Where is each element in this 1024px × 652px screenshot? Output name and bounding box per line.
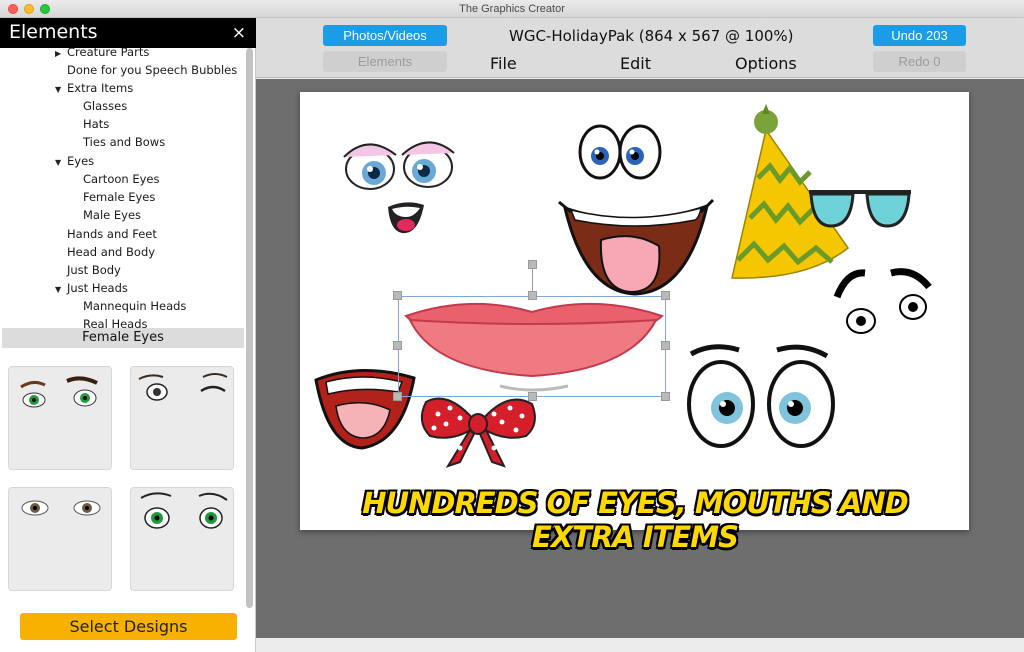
design-thumbnail[interactable] (130, 366, 234, 470)
category-tree: ▶ Creature Parts Done for you Speech Bubb… (0, 48, 244, 344)
tree-item-label: Cartoon Eyes (83, 172, 160, 186)
tree-item-label: Just Heads (67, 281, 128, 295)
tree-item-cartoon-eyes[interactable]: Cartoon Eyes (83, 172, 159, 186)
banner-text[interactable]: HUNDREDS OF EYES, MOUTHS AND EXTRA ITEMS (330, 486, 940, 554)
tree-item-creature-parts[interactable]: ▶ Creature Parts (55, 48, 149, 59)
tree-item-label: Hands and Feet (67, 227, 157, 241)
sidebar-title: Elements (9, 21, 98, 43)
rotate-handle[interactable] (528, 260, 537, 269)
tree-item-just-heads[interactable]: ▼ Just Heads (55, 281, 128, 295)
menu-edit[interactable]: Edit (620, 54, 651, 73)
tree-item-label: Eyes (67, 154, 95, 168)
window-close-icon[interactable] (8, 4, 18, 14)
menu-options[interactable]: Options (735, 54, 797, 73)
tree-item-label: Mannequin Heads (83, 299, 187, 313)
triangle-down-icon[interactable]: ▼ (55, 158, 67, 167)
tree-item-head-and-body[interactable]: Head and Body (67, 245, 155, 259)
photos-videos-button[interactable]: Photos/Videos (323, 25, 447, 46)
tree-item-label: Female Eyes (83, 190, 156, 204)
tree-item-just-body[interactable]: Just Body (67, 263, 121, 277)
tree-item-label: Done for you Speech Bubbles (67, 63, 238, 77)
tree-item-label: Head and Body (67, 245, 156, 259)
toolbar: Photos/Videos Elements WGC-HolidayPak (8… (256, 18, 1024, 78)
design-thumbnails (0, 356, 244, 612)
resize-handle[interactable] (661, 341, 670, 350)
tree-item-label: Creature Parts (67, 48, 150, 59)
triangle-right-icon[interactable]: ▶ (55, 49, 67, 58)
small-eyes-artwork[interactable] (833, 263, 938, 334)
window-maximize-icon[interactable] (40, 4, 50, 14)
tree-item-label: Just Body (67, 263, 121, 277)
resize-handle[interactable] (661, 392, 670, 401)
design-thumbnail[interactable] (8, 487, 112, 591)
undo-button[interactable]: Undo 203 (873, 25, 966, 46)
redo-button[interactable]: Redo 0 (873, 51, 966, 72)
workspace-footer (256, 638, 1024, 652)
workspace: HUNDREDS OF EYES, MOUTHS AND EXTRA ITEMS (256, 79, 1024, 652)
close-icon[interactable]: × (232, 23, 246, 43)
tree-item-eyes[interactable]: ▼ Eyes (55, 154, 94, 168)
sidebar-header: Elements × (0, 18, 256, 48)
tree-item-label: Male Eyes (83, 208, 142, 222)
selected-category: Female Eyes (2, 328, 244, 348)
design-thumbnail[interactable] (8, 366, 112, 470)
selection-box[interactable] (398, 296, 666, 397)
tree-item-ties-and-bows[interactable]: Ties and Bows (83, 135, 165, 149)
design-thumbnail[interactable] (130, 487, 234, 591)
design-canvas[interactable]: HUNDREDS OF EYES, MOUTHS AND EXTRA ITEMS (300, 92, 969, 554)
tree-item-hands-and-feet[interactable]: Hands and Feet (67, 227, 157, 241)
eyes-artwork (138, 373, 228, 401)
elements-sidebar: Elements × ▶ Creature Parts Done for you … (0, 18, 256, 652)
sidebar-scrollbar[interactable] (245, 48, 254, 610)
tree-item-mannequin-heads[interactable]: Mannequin Heads (83, 299, 186, 313)
resize-handle[interactable] (528, 291, 537, 300)
tree-item-female-eyes[interactable]: Female Eyes (83, 190, 155, 204)
tree-item-label: Glasses (83, 99, 128, 113)
tree-item-male-eyes[interactable]: Male Eyes (83, 208, 141, 222)
tree-item-label: Hats (83, 117, 110, 131)
eyes-artwork (20, 376, 98, 408)
app-window: The Graphics Creator Elements × ▶ Creatur… (0, 0, 1024, 652)
tree-item-hats[interactable]: Hats (83, 117, 109, 131)
female-face-artwork[interactable] (340, 127, 470, 247)
resize-handle[interactable] (661, 291, 670, 300)
tongue-face-artwork[interactable] (555, 122, 720, 297)
document-title: WGC-HolidayPak (864 x 567 @ 100%) (509, 27, 794, 45)
menu-file[interactable]: File (490, 54, 517, 73)
select-designs-button[interactable]: Select Designs (20, 613, 237, 640)
window-minimize-icon[interactable] (24, 4, 34, 14)
sunglasses-artwork[interactable] (807, 186, 917, 236)
tree-item-extra-items[interactable]: ▼ Extra Items (55, 81, 133, 95)
eyes-artwork (21, 500, 101, 516)
resize-handle[interactable] (393, 392, 402, 401)
resize-handle[interactable] (393, 341, 402, 350)
elements-button[interactable]: Elements (323, 51, 447, 72)
resize-handle[interactable] (528, 392, 537, 401)
cartoon-eyes-artwork[interactable] (683, 342, 843, 452)
scrollbar-thumb[interactable] (246, 48, 253, 608)
window-title: The Graphics Creator (459, 3, 565, 15)
bow-tie-artwork[interactable] (418, 392, 538, 472)
tree-item-label: Extra Items (67, 81, 134, 95)
title-bar: The Graphics Creator (0, 0, 1024, 18)
rotate-handle-line (532, 269, 533, 291)
tree-item-speech-bubbles[interactable]: Done for you Speech Bubbles (67, 63, 237, 77)
tree-item-glasses[interactable]: Glasses (83, 99, 127, 113)
triangle-down-icon[interactable]: ▼ (55, 85, 67, 94)
tree-item-label: Ties and Bows (83, 135, 166, 149)
triangle-down-icon[interactable]: ▼ (55, 285, 67, 294)
eyes-artwork (140, 492, 228, 529)
resize-handle[interactable] (393, 291, 402, 300)
